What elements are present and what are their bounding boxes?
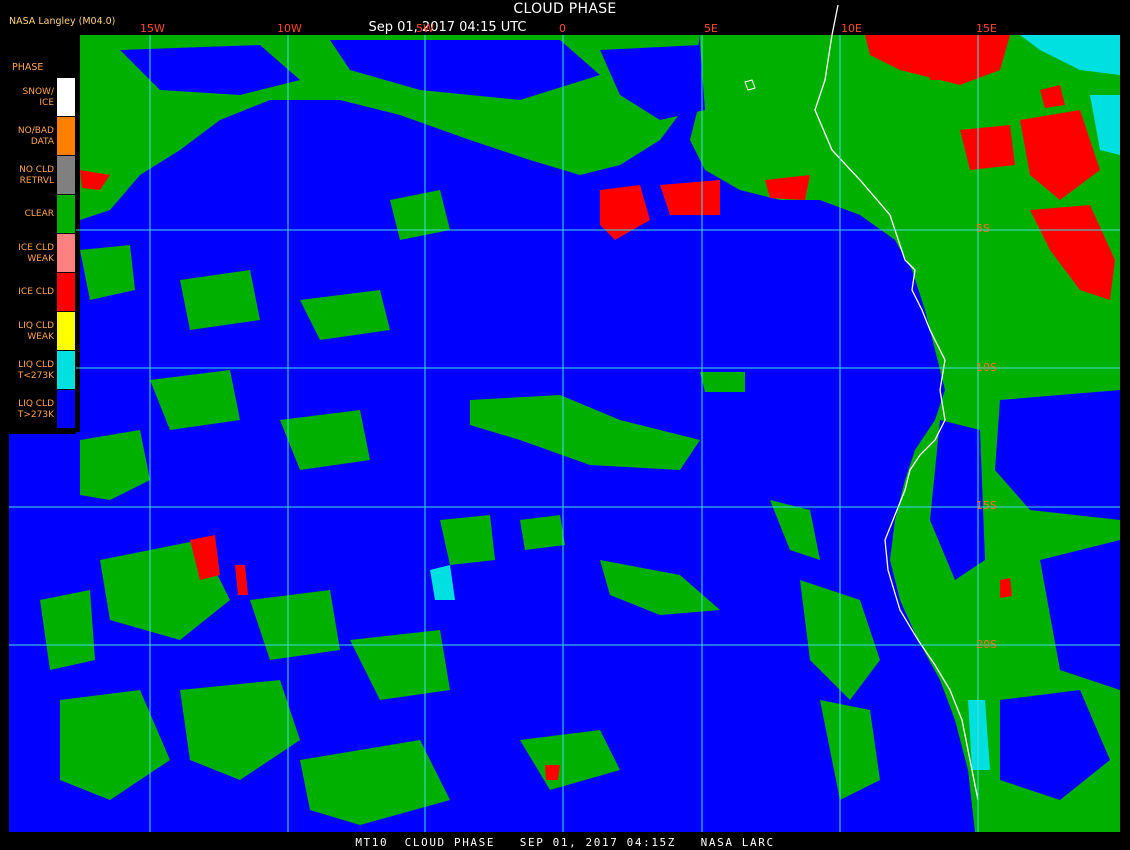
lat-label: 15S	[976, 499, 997, 512]
legend-label: LIQ CLD WEAK	[18, 321, 54, 342]
legend-label: ICE CLD	[18, 287, 54, 297]
legend-swatch	[57, 351, 75, 389]
legend-label: NO CLD RETRVL	[19, 165, 54, 186]
legend-item: ICE CLD	[9, 273, 76, 311]
legend-item: LIQ CLD T>273K	[9, 390, 76, 428]
legend-swatch	[57, 195, 75, 233]
lon-label: 0	[559, 22, 566, 35]
legend-swatch	[57, 234, 75, 272]
legend-label: CLEAR	[24, 209, 54, 219]
legend-item: SNOW/ ICE	[9, 78, 76, 116]
legend-label: NO/BAD DATA	[17, 126, 54, 147]
lon-label: 10E	[841, 22, 862, 35]
legend-item: NO/BAD DATA	[9, 117, 76, 155]
lon-label: 15E	[976, 22, 997, 35]
legend-item: LIQ CLD WEAK	[9, 312, 76, 350]
legend-swatch	[57, 312, 75, 350]
legend-swatch	[57, 78, 75, 116]
cloud-phase-map	[0, 0, 1130, 850]
legend-label: LIQ CLD T>273K	[17, 399, 54, 420]
legend-swatch	[57, 273, 75, 311]
bottom-caption: MT10 CLOUD PHASE SEP 01, 2017 04:15Z NAS…	[355, 836, 775, 849]
legend-swatch	[57, 156, 75, 194]
lat-label: 5S	[976, 222, 990, 235]
legend-label: SNOW/ ICE	[22, 87, 54, 108]
lat-label: 20S	[976, 638, 997, 651]
lat-label: 10S	[976, 361, 997, 374]
legend-title: PHASE	[12, 62, 44, 73]
legend-label: ICE CLD WEAK	[18, 243, 54, 264]
satellite-image	[9, 4, 1120, 832]
legend-item: CLEAR	[9, 195, 76, 233]
lon-label: 15W	[140, 22, 165, 35]
lon-label: 5W	[416, 22, 434, 35]
map-frame: NASA Langley (M04.0) CLOUD PHASE Sep 01,…	[0, 0, 1130, 850]
legend-swatch	[57, 117, 75, 155]
legend-item: NO CLD RETRVL	[9, 156, 76, 194]
legend-label: LIQ CLD T<273K	[17, 360, 54, 381]
lon-label: 5E	[704, 22, 718, 35]
legend-item: LIQ CLD T<273K	[9, 351, 76, 389]
lon-label: 10W	[277, 22, 302, 35]
map-datetime: Sep 01, 2017 04:15 UTC	[368, 20, 527, 35]
legend-swatch	[57, 390, 75, 428]
legend-item: ICE CLD WEAK	[9, 234, 76, 272]
map-title: CLOUD PHASE	[513, 1, 617, 17]
